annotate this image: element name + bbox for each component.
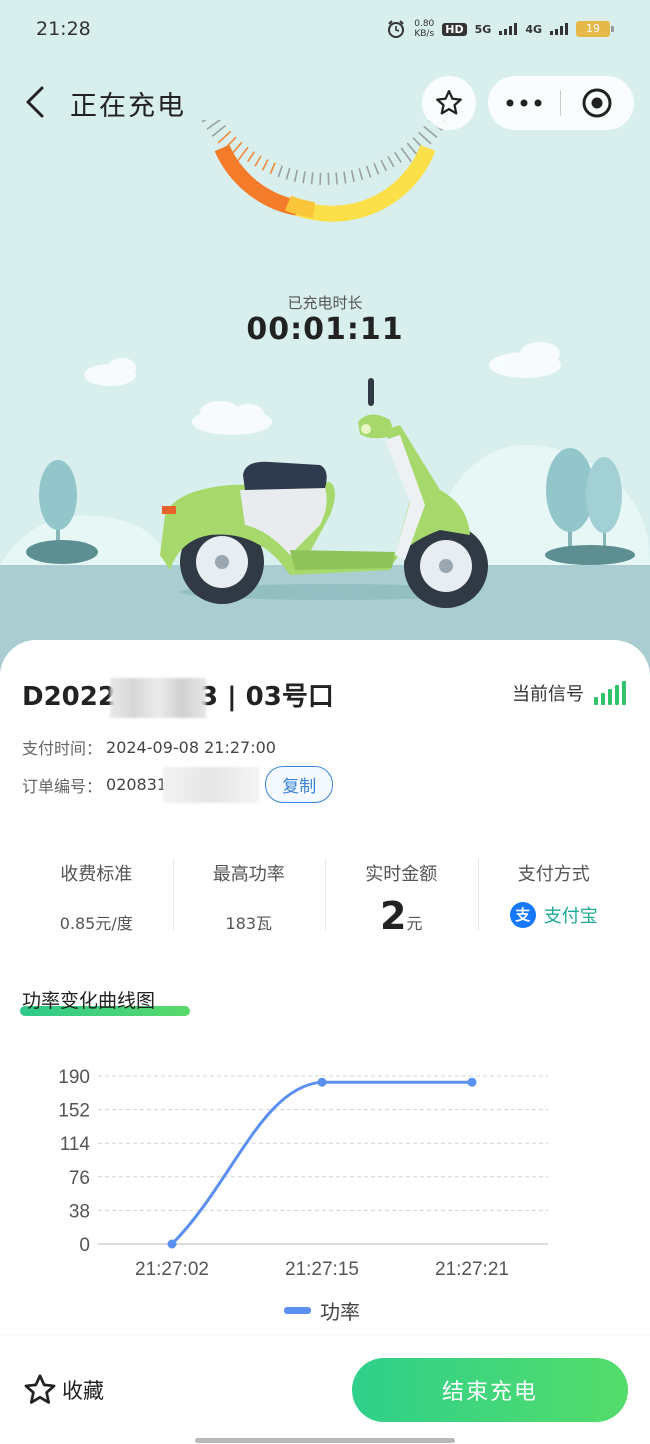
stat-label: 实时金额 [365,864,438,885]
pay-time-row: 支付时间： 2024-09-08 21:27:00 [22,735,276,759]
collect-label: 收藏 [62,1379,104,1403]
page-title: 正在充电 [70,91,186,122]
y-tick-label: 114 [60,1134,91,1155]
target-icon [582,88,612,118]
star-icon [436,90,462,115]
miniapp-capsule [488,76,634,130]
favorite-button[interactable] [422,76,476,130]
home-indicator [195,1438,455,1443]
pay-time-value: 2024-09-08 21:27:00 [106,737,276,757]
stat-amount: 实时金额 2元 [325,858,478,938]
payment-name: 支付宝 [543,906,598,927]
signal-indicator: 当前信号 [512,680,626,706]
redaction-mask [109,677,206,718]
signal-bars-icon [594,681,626,705]
chart-title: 功率变化曲线图 [22,990,156,1012]
hero-scene: 已充电时长 00:01:11 21:28 0.80 KB/s HD 5G 4G … [0,0,650,700]
back-button[interactable] [20,84,52,120]
status-indicators: 0.80 KB/s HD 5G 4G 19 [386,17,614,41]
station-id-suffix: 3 | 03号口 [199,682,334,712]
stat-max-power: 最高功率 183瓦 [172,858,326,933]
end-charging-button[interactable]: 结束充电 [352,1358,628,1422]
hd-badge: HD [442,22,467,36]
y-tick-label: 152 [58,1101,90,1122]
power-chart: 0 38 76 114 152 190 21:27:02 21:27:15 21:27:21 功率 [58,1067,548,1324]
y-tick-label: 0 [79,1235,90,1256]
stat-label: 收费标准 [60,864,133,885]
data-point [167,1239,177,1249]
chevron-left-icon [26,86,44,118]
order-no-label: 订单编号： [22,776,103,796]
star-outline-icon [24,1374,56,1404]
alipay-icon: 支 [509,902,536,928]
copy-button[interactable]: 复制 [265,766,334,803]
status-time: 21:28 [36,18,91,40]
stats-row: 收费标准 0.85元/度 最高功率 183瓦 实时金额 2元 支付方式 支 支付… [20,858,631,938]
y-tick-label: 190 [58,1067,90,1088]
amount-value: 2元 [380,894,423,938]
signal-label: 当前信号 [512,684,584,705]
stat-label: 支付方式 [517,864,590,885]
y-tick-label: 38 [69,1201,90,1222]
bottom-bar: 收藏 结束充电 [0,1336,650,1444]
x-tick-label: 21:27:15 [285,1259,359,1280]
more-button[interactable] [488,76,560,130]
order-no-row: 订单编号： 0208316 复制 [22,766,334,803]
legend-label: 功率 [320,1300,360,1324]
scooter-illustration [0,342,650,608]
charge-gauge [201,120,448,222]
signal-strength-icon-2 [550,23,568,35]
network-4g: 4G [525,22,542,36]
status-bar: 21:28 0.80 KB/s HD 5G 4G 19 [0,0,650,60]
battery-icon: 19 [576,21,614,37]
stat-rate: 收费标准 0.85元/度 [20,858,173,933]
data-point [317,1077,327,1087]
signal-strength-icon [499,23,518,35]
station-id-prefix: D2022 [22,682,116,712]
network-5g: 5G [474,22,492,36]
stat-value: 0.85元/度 [59,914,133,933]
alarm-icon [388,20,405,38]
redaction-mask-order [163,766,260,803]
y-tick-label: 76 [69,1168,90,1189]
series-line-power [170,1080,472,1246]
stat-value: 183瓦 [225,914,273,933]
collect-button[interactable]: 收藏 [22,1372,104,1408]
duration-label: 已充电时长 [287,294,363,312]
network-speed: 0.80 KB/s [414,19,435,39]
stat-label: 最高功率 [212,864,285,885]
pay-time-label: 支付时间： [22,739,103,758]
payment-method: 支 支付宝 [478,902,631,928]
stat-payment: 支付方式 支 支付宝 [477,858,631,930]
legend-swatch [284,1307,311,1314]
data-point [467,1077,477,1087]
station-title: D2022 3 | 03号口 [22,676,334,718]
more-dots-icon [506,99,542,107]
close-miniapp-button[interactable] [561,76,633,130]
order-card: D2022 3 | 03号口 当前信号 支付时间： 2024-09-08 21:2… [0,640,650,1340]
x-tick-label: 21:27:02 [135,1259,209,1280]
order-no-prefix: 020831 [106,775,168,794]
nav-bar: 正在充电 [0,70,650,134]
x-tick-label: 21:27:21 [435,1259,509,1280]
